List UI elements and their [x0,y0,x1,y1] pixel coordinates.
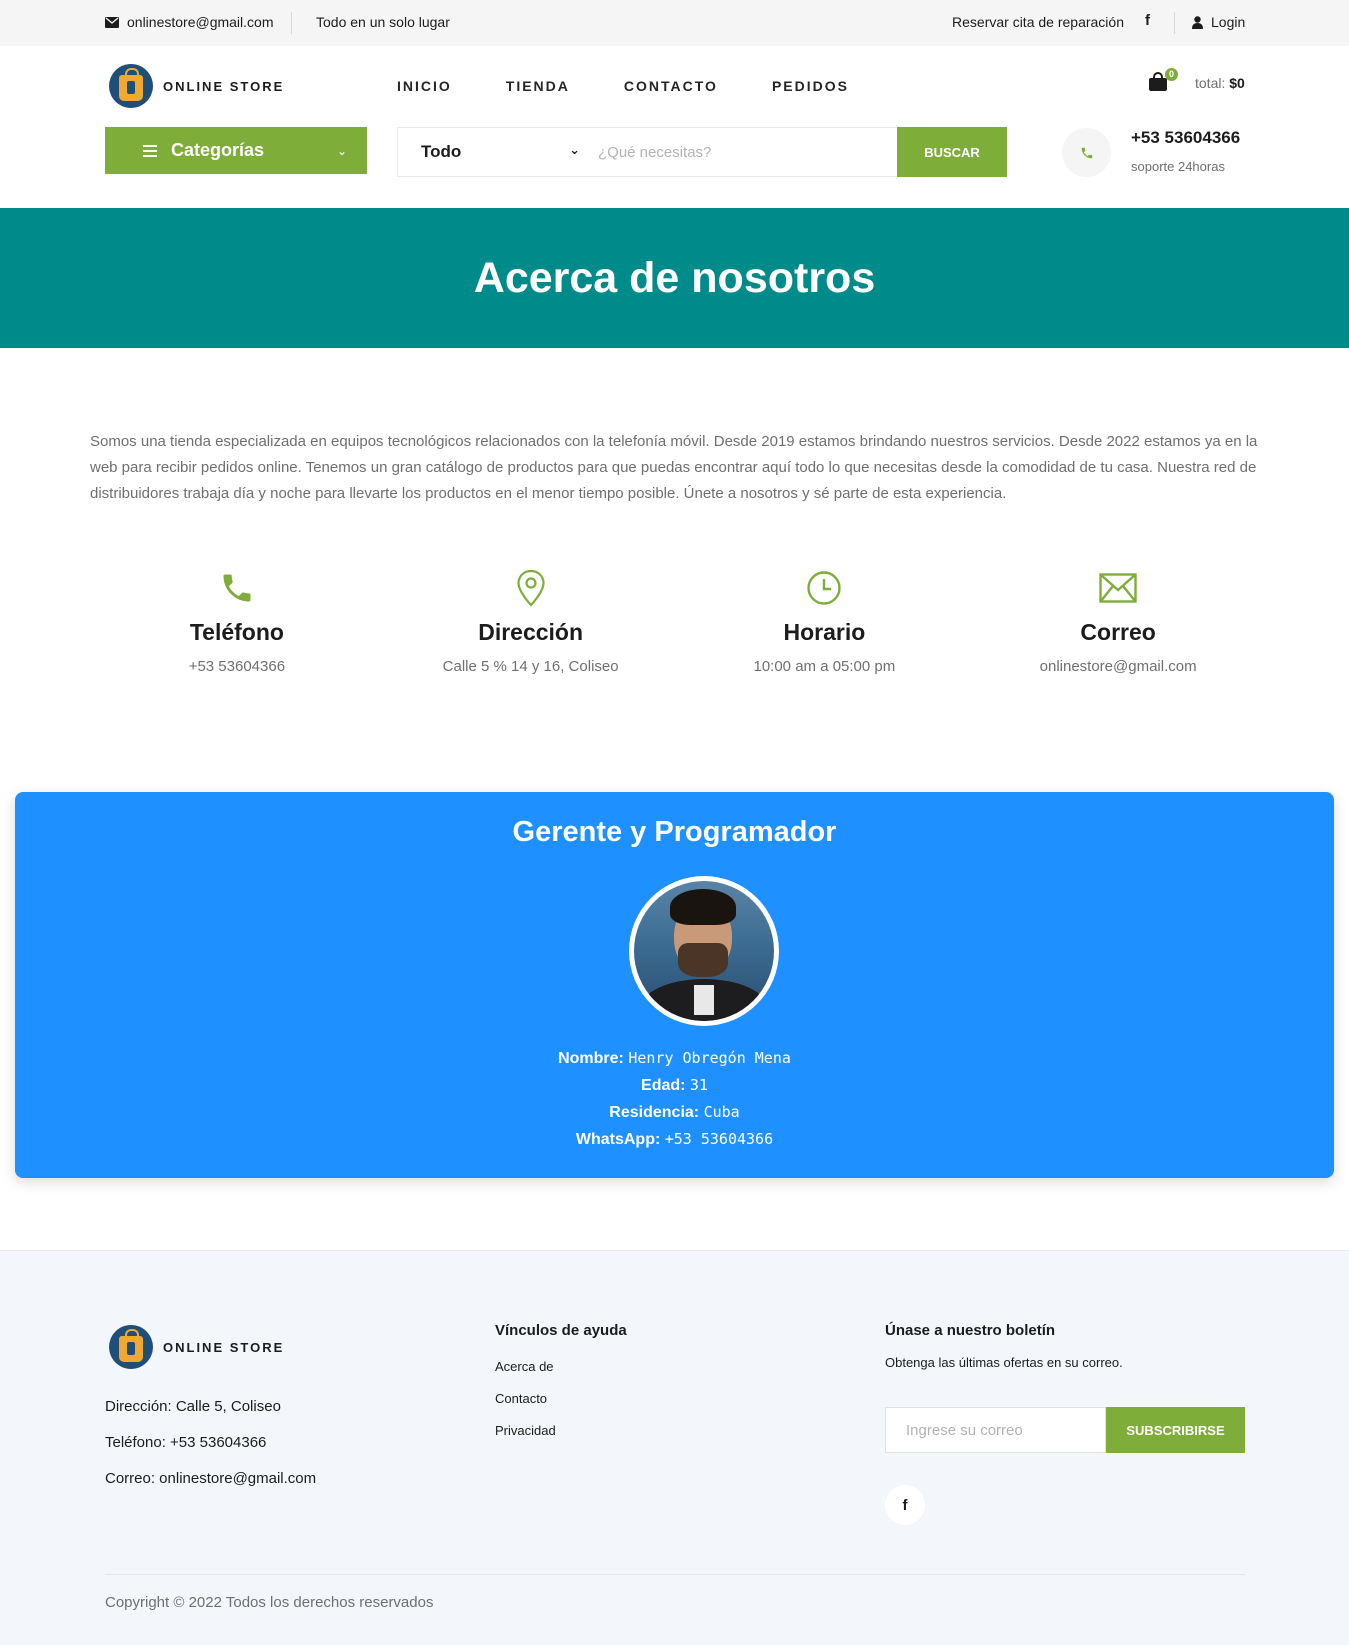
envelope-icon [105,16,119,28]
info-title: Dirección [478,619,584,645]
footer-link-privacy[interactable]: Privacidad [495,1423,556,1438]
topbar-divider [1174,12,1175,34]
footer-links-title: Vínculos de ayuda [495,1322,627,1339]
detail-label: Nombre: [558,1050,624,1067]
nav-contacto[interactable]: CONTACTO [624,78,718,94]
site-footer: ONLINE STORE Dirección: Calle 5, Coliseo… [0,1250,1349,1645]
phone-icon [223,574,251,602]
cart-total-label: total: [1195,75,1226,91]
newsletter-text: Obtenga las últimas ofertas en su correo… [885,1355,1123,1370]
info-direccion: Dirección Calle 5 % 14 y 16, Coliseo [384,565,678,675]
manager-details: Nombre: Henry Obregón Mena Edad: 31 Resi… [15,1045,1334,1153]
topbar-slogan: Todo en un solo lugar [316,14,450,30]
cart-icon-body [1149,78,1167,91]
detail-label: Residencia: [609,1104,700,1121]
search-category-value: Todo [421,142,462,161]
search-bar: Todo ⌄ BUSCAR [397,127,1007,177]
chevron-down-icon: ⌄ [569,142,580,157]
info-title: Horario [783,619,866,645]
repair-appointment-link[interactable]: Reservar cita de reparación [952,14,1124,30]
footer-logo[interactable]: ONLINE STORE [109,1325,284,1369]
subscribe-button[interactable]: SUBSCRIBIRSE [1106,1407,1245,1453]
envelope-icon [1099,573,1137,603]
shopping-bag-logo-icon [109,1325,153,1369]
manager-row-residence: Residencia: Cuba [15,1099,1334,1126]
footer-email: Correo: onlinestore@gmail.com [105,1470,317,1487]
manager-card: Gerente y Programador Nombre: Henry Obre… [15,792,1334,1178]
detail-value: Henry Obregón Mena [628,1049,791,1067]
manager-row-whatsapp: WhatsApp: +53 53604366 [15,1126,1334,1153]
login-label: Login [1211,14,1246,30]
logo-text: ONLINE STORE [163,78,285,94]
avatar [629,876,779,1026]
cart-total-value: $0 [1229,75,1245,91]
categories-dropdown[interactable]: Categorías ⌄ [105,127,367,174]
site-logo[interactable]: ONLINE STORE [109,64,284,108]
chevron-down-icon: ⌄ [336,143,347,158]
newsletter-email-input[interactable] [885,1407,1106,1453]
support-phone: +53 53604366 [1131,128,1241,147]
footer-link-contact[interactable]: Contacto [495,1391,547,1406]
top-bar: onlinestore@gmail.com Todo en un solo lu… [0,0,1349,46]
topbar-email-text: onlinestore@gmail.com [127,14,274,30]
categories-label: Categorías [171,140,265,160]
detail-value: Cuba [703,1103,740,1121]
newsletter-form: SUBSCRIBIRSE [885,1407,1245,1453]
info-correo: Correo onlinestore@gmail.com [971,565,1265,675]
detail-label: WhatsApp: [575,1131,661,1148]
info-value: onlinestore@gmail.com [1039,658,1197,675]
manager-photo [634,881,774,1021]
nav-inicio[interactable]: INICIO [397,78,452,94]
search-category-select[interactable]: Todo ⌄ [398,128,590,176]
topbar-divider [291,12,292,34]
phone-icon [1062,128,1111,177]
clock-icon [807,571,842,605]
search-input[interactable] [598,143,897,161]
user-icon [1192,15,1203,29]
info-title: Teléfono [189,619,284,645]
cart-button[interactable]: 0 [1148,68,1178,92]
manager-row-name: Nombre: Henry Obregón Mena [15,1045,1334,1072]
detail-value: +53 53604366 [664,1130,774,1148]
copyright: Copyright © 2022 Todos los derechos rese… [105,1594,434,1611]
detail-label: Edad: [641,1077,686,1094]
cart-count-badge: 0 [1165,68,1178,81]
support-hours: soporte 24horas [1131,159,1225,174]
page-banner: Acerca de nosotros [0,208,1349,348]
info-telefono: Teléfono +53 53604366 [90,565,384,675]
info-value: Calle 5 % 14 y 16, Coliseo [442,658,619,675]
search-button[interactable]: BUSCAR [897,127,1007,177]
search-field-wrapper [590,128,897,176]
info-title: Correo [1080,619,1156,645]
footer-phone: Teléfono: +53 53604366 [105,1434,267,1451]
nav-pedidos[interactable]: PEDIDOS [772,78,849,94]
login-link[interactable]: Login [1192,14,1245,30]
cart-total: total: $0 [1195,75,1245,91]
facebook-icon[interactable]: f [1145,12,1150,29]
menu-icon [143,144,157,157]
footer-logo-text: ONLINE STORE [163,1339,285,1355]
main-nav: INICIO TIENDA CONTACTO PEDIDOS [397,78,903,94]
footer-address: Dirección: Calle 5, Coliseo [105,1398,281,1415]
facebook-icon[interactable]: f [885,1485,925,1525]
nav-tienda[interactable]: TIENDA [506,78,570,94]
info-value: +53 53604366 [188,658,286,675]
footer-link-about[interactable]: Acerca de [495,1359,554,1374]
info-value: 10:00 am a 05:00 pm [753,658,896,675]
about-description: Somos una tienda especializada en equipo… [90,433,1258,502]
shopping-bag-logo-icon [109,64,153,108]
page-title: Acerca de nosotros [473,253,876,302]
newsletter-title: Únase a nuestro boletín [885,1322,1056,1339]
topbar-email[interactable]: onlinestore@gmail.com [105,14,274,30]
contact-info-row: Teléfono +53 53604366 Dirección Calle 5 … [90,565,1265,675]
info-horario: Horario 10:00 am a 05:00 pm [678,565,972,675]
detail-value: 31 [689,1076,708,1094]
manager-card-title: Gerente y Programador [512,816,837,848]
manager-row-age: Edad: 31 [15,1072,1334,1099]
footer-divider [105,1574,1245,1575]
map-pin-icon [517,569,545,607]
